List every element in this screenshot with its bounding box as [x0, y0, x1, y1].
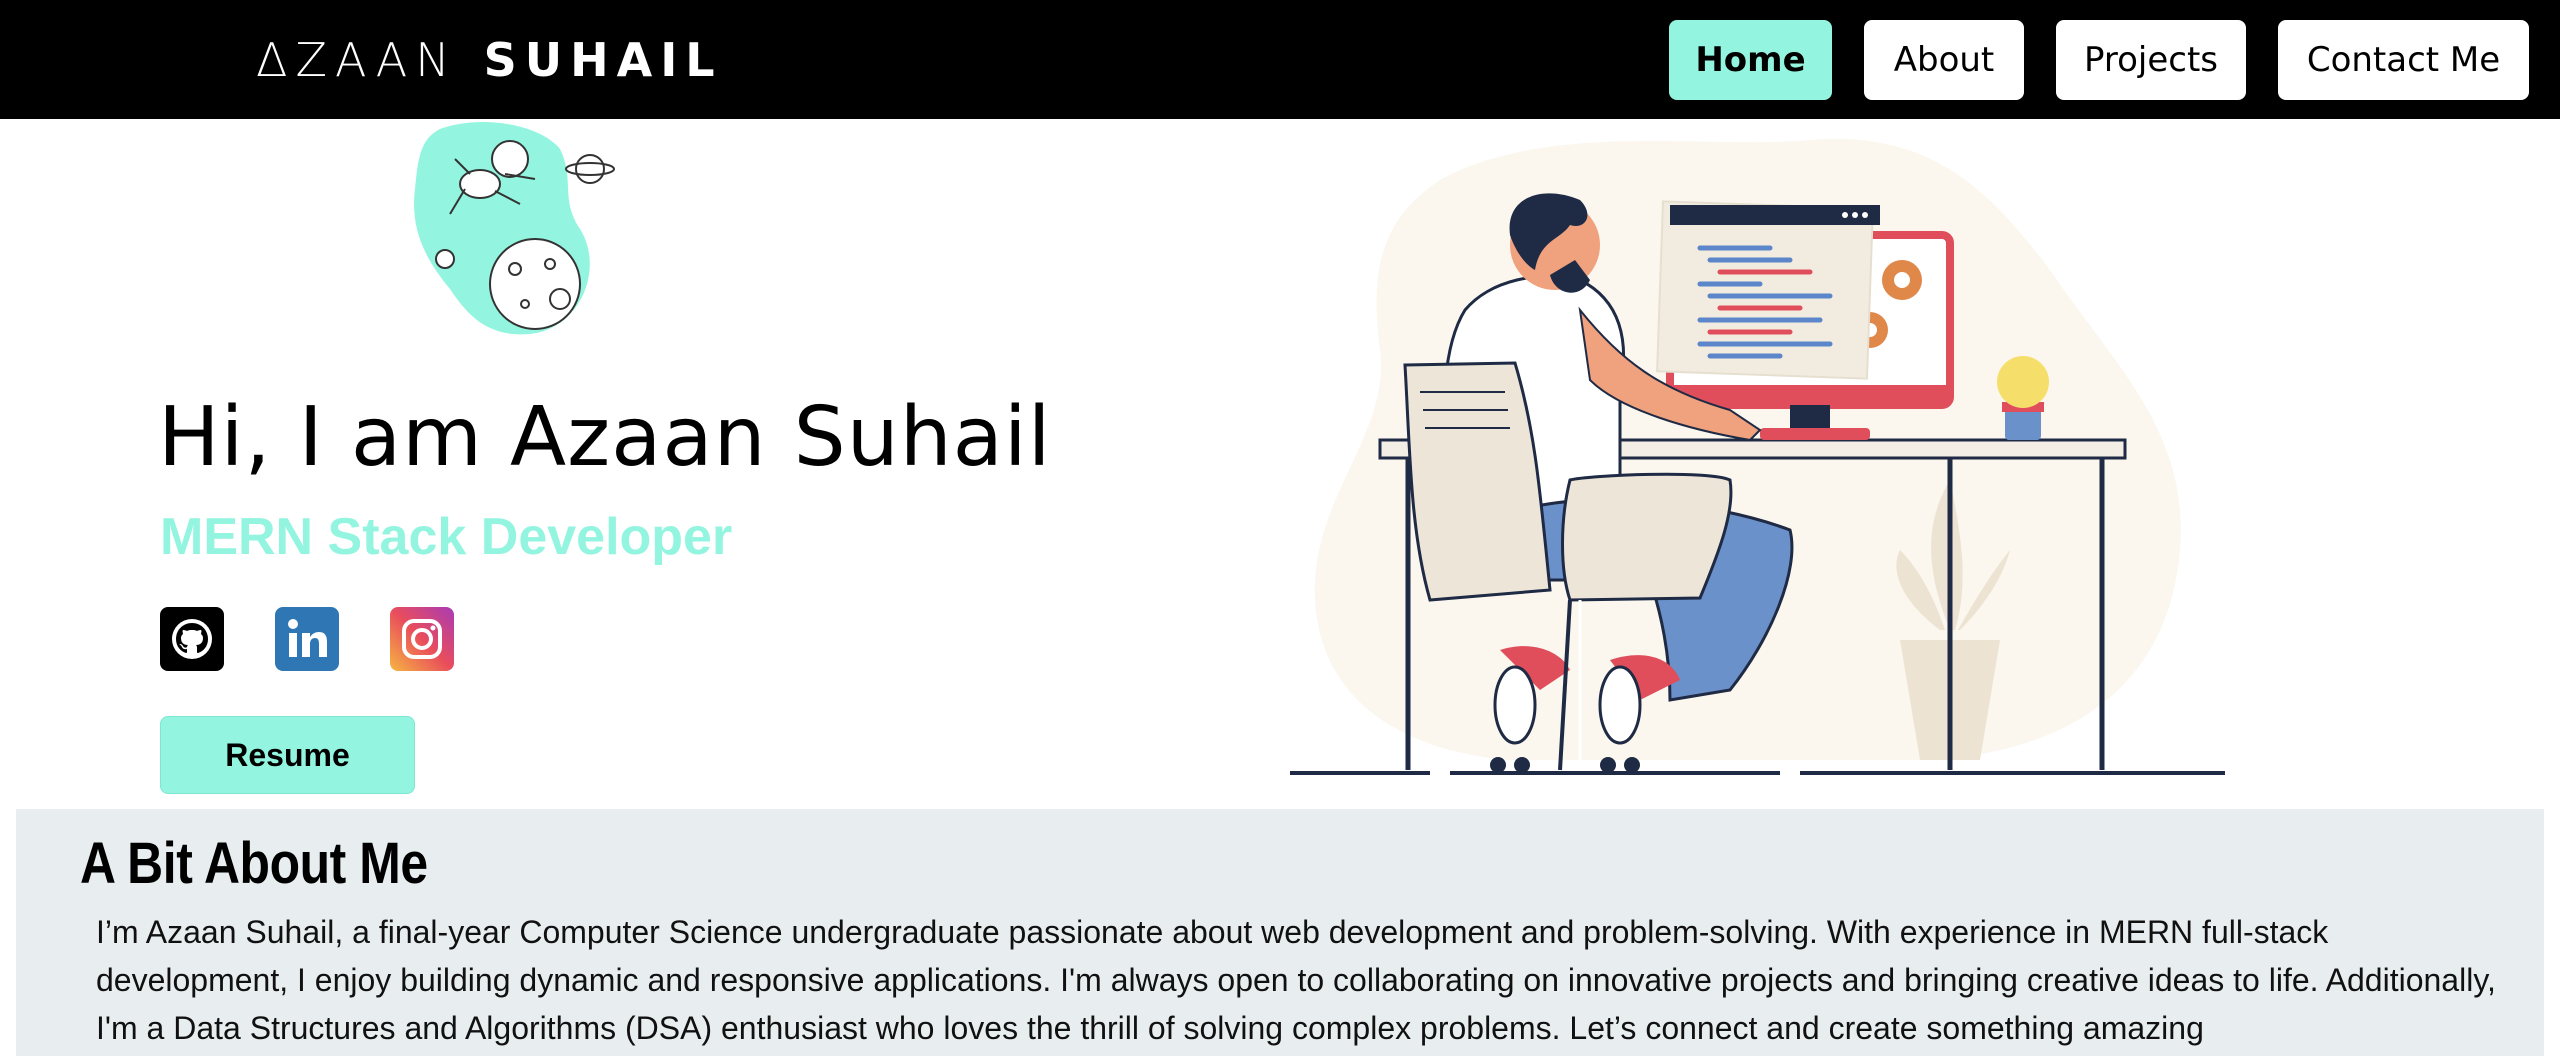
instagram-icon[interactable]: [390, 607, 454, 671]
nav-home-button[interactable]: Home: [1669, 20, 1832, 100]
avatar-astronaut-illustration: [414, 121, 615, 335]
about-text: I’m Azaan Suhail, a final-year Computer …: [96, 914, 2496, 1046]
hero-title: Hi, I am Azaan Suhail: [158, 390, 1052, 485]
github-icon[interactable]: [160, 607, 224, 671]
nav-about-button[interactable]: About: [1864, 20, 2024, 100]
brand-first-name: ΔZAAN: [256, 33, 458, 87]
resume-button[interactable]: Resume: [160, 716, 415, 794]
nav-contact-button[interactable]: Contact Me: [2278, 20, 2529, 100]
brand-last-name: SUHAIL: [483, 33, 723, 87]
brand-logo[interactable]: ΔZAAN SUHAIL: [256, 30, 723, 90]
navbar: ΔZAAN SUHAIL Home About Projects Contact …: [0, 0, 2560, 119]
linkedin-icon[interactable]: [275, 607, 339, 671]
nav-projects-button[interactable]: Projects: [2056, 20, 2246, 100]
about-title: A Bit About Me: [80, 831, 428, 896]
hero-subtitle: MERN Stack Developer: [160, 508, 733, 566]
about-section: A Bit About Me I’m Azaan Suhail, a final…: [16, 809, 2544, 1056]
developer-at-desk-illustration: [1290, 138, 2225, 775]
